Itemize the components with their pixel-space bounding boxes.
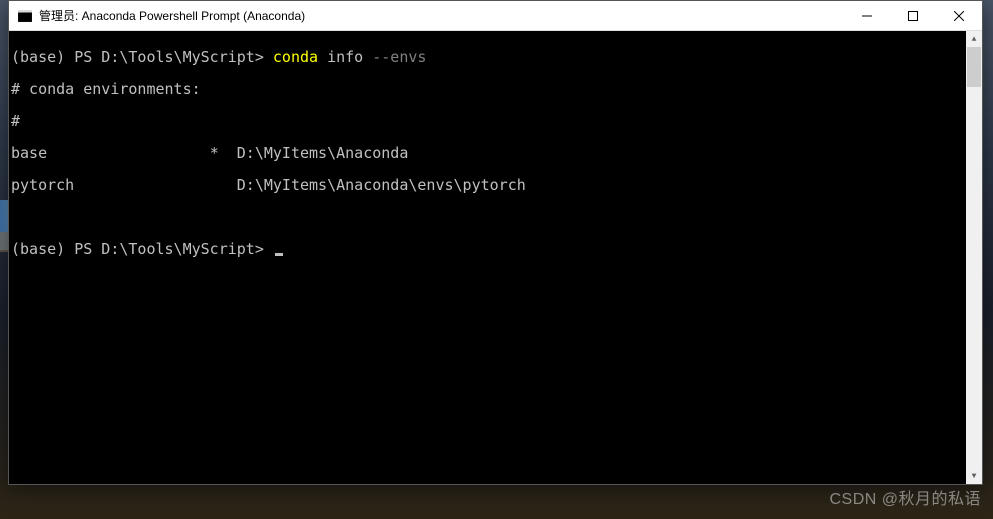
maximize-button[interactable] (890, 1, 936, 30)
maximize-icon (908, 11, 918, 21)
output-line: # conda environments: (11, 81, 980, 97)
command-arg: info (327, 48, 372, 66)
env-name: pytorch (11, 176, 74, 194)
prompt-text: (base) PS D:\Tools\MyScript> (11, 240, 273, 258)
command-flag: --envs (372, 48, 426, 66)
terminal-output[interactable]: (base) PS D:\Tools\MyScript> conda info … (9, 31, 982, 484)
window-controls (844, 1, 982, 30)
env-name: base (11, 144, 47, 162)
env-row: base * D:\MyItems\Anaconda (11, 145, 980, 161)
minimize-icon (862, 11, 872, 21)
prompt-text: (base) PS D:\Tools\MyScript> (11, 48, 273, 66)
terminal-icon (17, 8, 33, 24)
command-text: conda (273, 48, 327, 66)
terminal-window: 管理员: Anaconda Powershell Prompt (Anacond… (8, 0, 983, 485)
output-line: # (11, 113, 980, 129)
scrollbar-up-button[interactable]: ▲ (966, 31, 982, 47)
env-path: D:\MyItems\Anaconda\envs\pytorch (237, 176, 526, 194)
env-marker: * (210, 144, 219, 162)
close-button[interactable] (936, 1, 982, 30)
env-path: D:\MyItems\Anaconda (237, 144, 409, 162)
scrollbar[interactable]: ▲ ▼ (966, 31, 982, 484)
env-row: pytorch D:\MyItems\Anaconda\envs\pytorch (11, 177, 980, 193)
window-title: 管理员: Anaconda Powershell Prompt (Anacond… (39, 7, 844, 24)
titlebar[interactable]: 管理员: Anaconda Powershell Prompt (Anacond… (9, 1, 982, 31)
cursor (275, 253, 283, 256)
minimize-button[interactable] (844, 1, 890, 30)
close-icon (954, 11, 964, 21)
desktop-fragment (0, 232, 8, 252)
blank-line (11, 209, 980, 225)
scrollbar-thumb[interactable] (967, 47, 981, 87)
scrollbar-down-button[interactable]: ▼ (966, 468, 982, 484)
